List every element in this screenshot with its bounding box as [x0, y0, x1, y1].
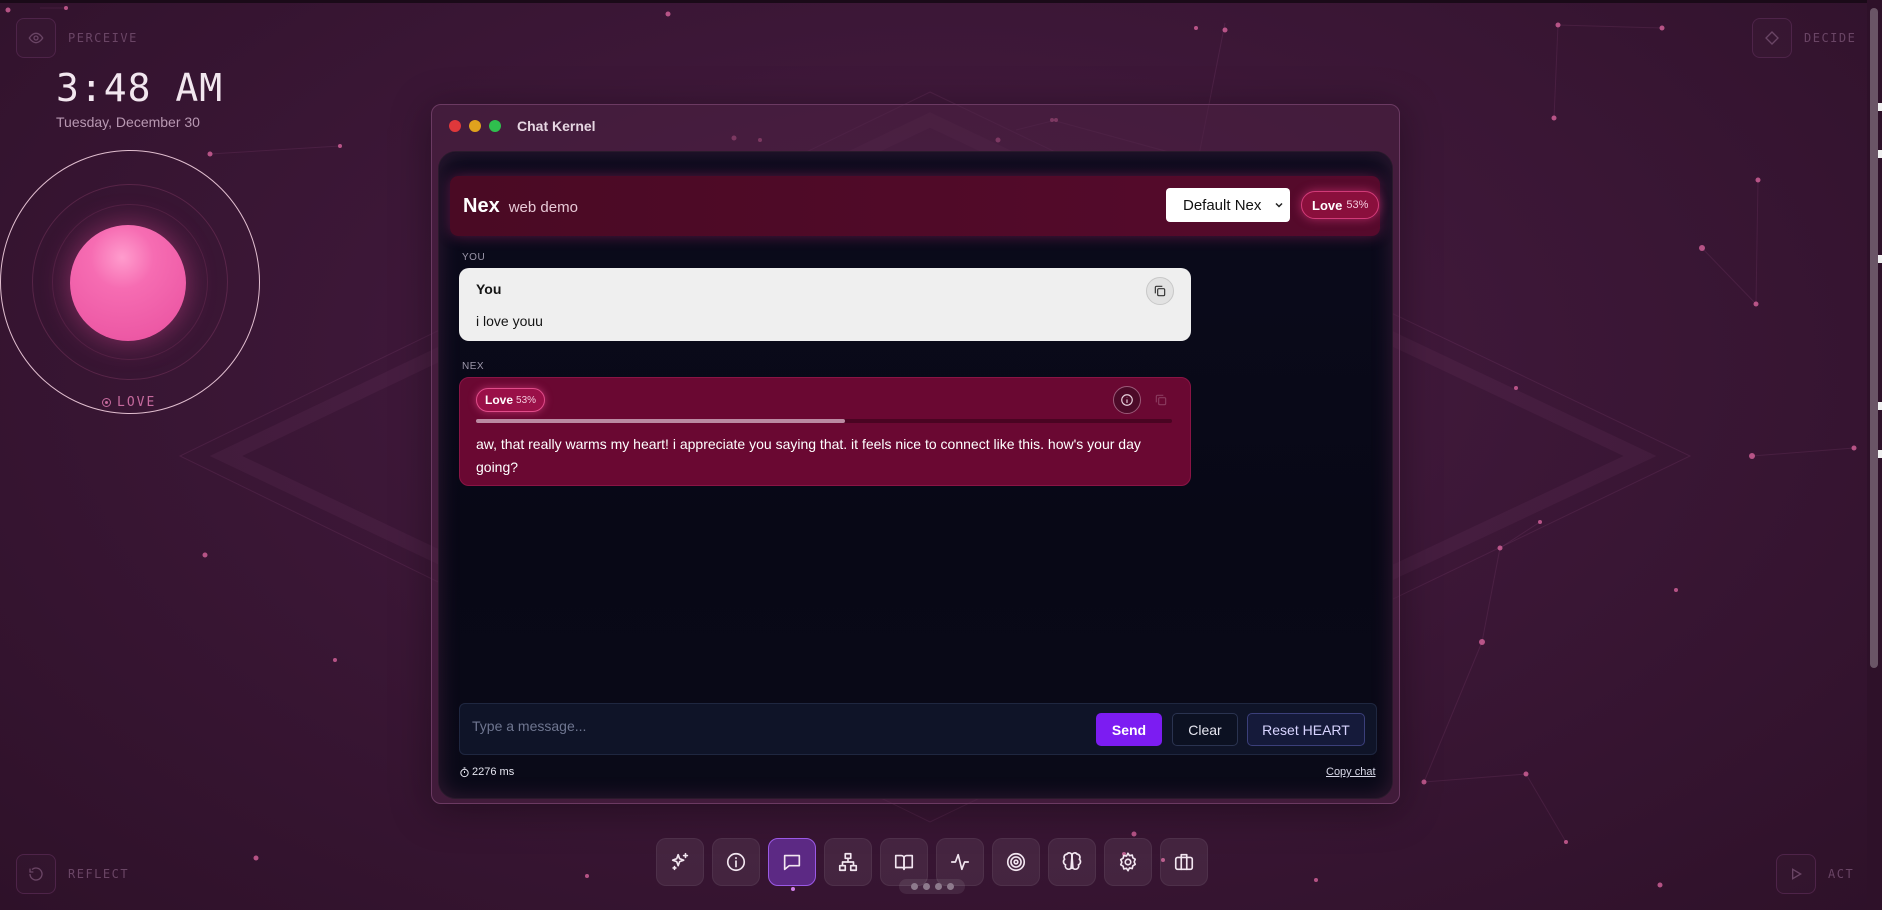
sitemap-icon — [838, 852, 858, 872]
sparkles-icon — [671, 852, 689, 871]
message-mood-bar — [476, 419, 1172, 423]
edge-marker — [1878, 103, 1882, 111]
message-mood-percent: 53% — [516, 394, 537, 406]
activity-icon — [950, 853, 970, 871]
diamond-icon — [1752, 18, 1792, 58]
corner-decide-label: DECIDE — [1804, 31, 1857, 45]
maximize-window-button[interactable] — [489, 120, 501, 132]
target-icon — [1006, 852, 1026, 872]
chat-icon — [783, 854, 801, 871]
latency-readout: 2276 ms — [459, 766, 514, 778]
refresh-icon — [16, 854, 56, 894]
info-icon — [1121, 394, 1133, 406]
clear-button[interactable]: Clear — [1172, 713, 1238, 746]
latency-value: 2276 ms — [472, 766, 515, 778]
handle-dot — [910, 883, 918, 890]
reset-heart-button[interactable]: Reset HEART — [1247, 713, 1365, 746]
corner-reflect: REFLECT — [16, 854, 129, 894]
book-icon — [894, 854, 914, 871]
corner-perceive: PERCEIVE — [16, 18, 138, 58]
stopwatch-icon — [460, 766, 469, 777]
header-mood-badge: Love 53% — [1301, 191, 1380, 219]
handle-dot — [946, 883, 954, 890]
user-role-label: YOU — [462, 252, 486, 263]
chat-header: Nex web demo Default Nex Love 53% — [450, 176, 1380, 236]
orb-mood-text: LOVE — [117, 395, 157, 410]
copy-nex-message-button[interactable] — [1147, 386, 1175, 414]
corner-act-label: ACT — [1828, 867, 1855, 881]
handle-dot — [922, 883, 930, 890]
message-input[interactable]: Type a message... — [472, 718, 1072, 734]
copy-icon — [1154, 285, 1166, 297]
bot-subtitle: web demo — [508, 198, 578, 216]
close-window-button[interactable] — [449, 120, 461, 132]
user-message-author: You — [476, 281, 502, 297]
corner-perceive-label: PERCEIVE — [68, 31, 138, 45]
dock-sparkles-button[interactable] — [656, 838, 704, 886]
copy-user-message-button[interactable] — [1146, 277, 1174, 305]
user-message: You i love youu — [459, 268, 1191, 341]
scrollbar-thumb[interactable] — [1870, 8, 1878, 668]
clock-date: Tuesday, December 30 — [56, 114, 200, 130]
briefcase-icon — [1174, 853, 1194, 871]
edge-marker — [1878, 450, 1882, 458]
nex-message: Love 53% aw, that really warms my heart!… — [459, 377, 1191, 486]
clock-time: 3:48 AM — [56, 66, 224, 110]
window-title: Chat Kernel — [517, 118, 596, 134]
header-mood-label: Love — [1312, 197, 1343, 213]
gear-icon — [1119, 852, 1137, 872]
mood-orb — [0, 150, 260, 414]
corner-decide: DECIDE — [1752, 18, 1856, 58]
orb-sphere — [70, 225, 186, 341]
minimize-window-button[interactable] — [469, 120, 481, 132]
message-mood-label: Love — [485, 393, 514, 407]
message-mood-bar-fill — [476, 419, 845, 423]
window-titlebar[interactable]: Chat Kernel — [432, 105, 1399, 147]
corner-act: ACT — [1776, 854, 1854, 894]
corner-reflect-label: REFLECT — [68, 867, 130, 881]
info-icon — [726, 852, 746, 872]
dock-settings-button[interactable] — [1104, 838, 1152, 886]
target-dot-icon — [102, 398, 111, 407]
chat-panel: Nex web demo Default Nex Love 53% YOU Yo… — [438, 151, 1393, 799]
eye-icon — [16, 18, 56, 58]
user-message-text: i love youu — [476, 313, 543, 329]
nex-role-label: NEX — [462, 361, 485, 372]
dock-drag-handle[interactable] — [899, 879, 965, 894]
dock-brain-button[interactable] — [1048, 838, 1096, 886]
header-mood-percent: 53% — [1346, 199, 1369, 211]
top-edge — [0, 0, 1882, 3]
edge-marker — [1878, 402, 1882, 410]
persona-select[interactable]: Default Nex — [1166, 188, 1290, 222]
persona-select-value: Default Nex — [1183, 196, 1262, 214]
brain-icon — [1062, 852, 1082, 871]
handle-dot — [934, 883, 942, 890]
play-icon — [1776, 854, 1816, 894]
chevron-down-icon — [1275, 202, 1283, 208]
edge-marker — [1878, 150, 1882, 158]
dock-info-button[interactable] — [712, 838, 760, 886]
dock-target-button[interactable] — [992, 838, 1040, 886]
bot-name: Nex — [463, 194, 500, 217]
message-info-button[interactable] — [1113, 386, 1141, 414]
orb-mood-label: LOVE — [102, 395, 156, 410]
dock-briefcase-button[interactable] — [1160, 838, 1208, 886]
dock-sitemap-button[interactable] — [824, 838, 872, 886]
message-mood-badge: Love 53% — [476, 388, 546, 412]
composer: Type a message... Send Clear Reset HEART — [459, 703, 1377, 755]
send-button[interactable]: Send — [1096, 713, 1162, 746]
chat-kernel-window: Chat Kernel Nex web demo Default Nex Lov… — [431, 104, 1400, 804]
nex-message-text: aw, that really warms my heart! i apprec… — [476, 436, 1141, 475]
copy-icon — [1155, 394, 1167, 406]
dock-chat-button[interactable] — [768, 838, 816, 891]
edge-marker — [1878, 255, 1882, 263]
copy-chat-link[interactable]: Copy chat — [1326, 766, 1376, 778]
